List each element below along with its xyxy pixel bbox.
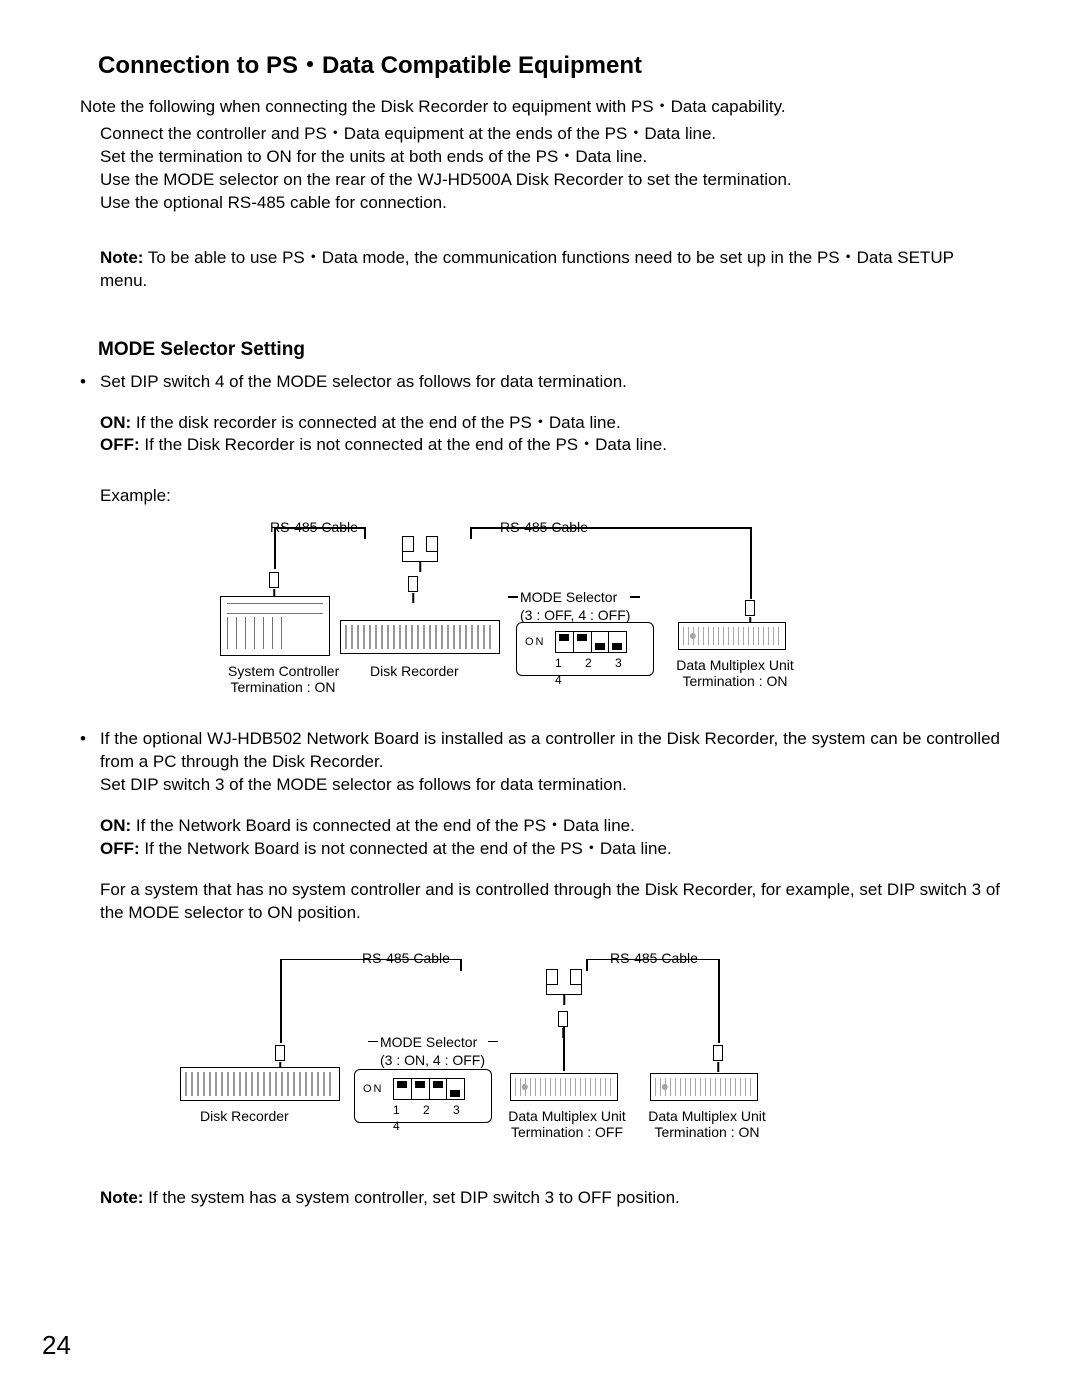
- d2-mode-selector: MODE Selector: [380, 1033, 477, 1052]
- d2-dip-on: ON: [363, 1082, 384, 1097]
- sec2-on-text: If the Network Board is connected at the…: [131, 816, 635, 835]
- sec1-off-text: If the Disk Recorder is not connected at…: [140, 435, 667, 454]
- bullet-icon: •: [80, 728, 100, 774]
- on-label: ON:: [100, 816, 131, 835]
- sec1-on: ON: If the disk recorder is connected at…: [100, 412, 1000, 435]
- plug-icon: [745, 600, 755, 616]
- system-controller-icon: [220, 596, 330, 656]
- note-2: Note: If the system has a system control…: [100, 1187, 1000, 1210]
- plug-icon: [408, 576, 418, 592]
- note-2-text: If the system has a system controller, s…: [143, 1188, 679, 1207]
- sec2-bullet: • If the optional WJ-HDB502 Network Boar…: [80, 728, 1000, 774]
- plug-icon: [558, 1011, 568, 1027]
- sec2-off: OFF: If the Network Board is not connect…: [100, 838, 1000, 861]
- d1-dip-on: ON: [525, 635, 546, 650]
- connector-icon: [542, 969, 586, 999]
- on-label: ON:: [100, 413, 131, 432]
- d1-mode-selector: MODE Selector: [520, 588, 617, 607]
- sec1-bullet-text: Set DIP switch 4 of the MODE selector as…: [100, 371, 1000, 394]
- sec1-on-text: If the disk recorder is connected at the…: [131, 413, 621, 432]
- d2-dmux1-term: Termination : OFF: [502, 1123, 632, 1142]
- intro-bullet-1: Connect the controller and PS・Data equip…: [100, 123, 1000, 146]
- intro-bullet-2: Set the termination to ON for the units …: [100, 146, 1000, 169]
- sec1-bullet: • Set DIP switch 4 of the MODE selector …: [80, 371, 1000, 394]
- d1-dip-nums: 1 2 3 4: [555, 655, 653, 687]
- data-multiplex-icon: [650, 1073, 758, 1101]
- page-number: 24: [42, 1328, 71, 1363]
- d2-dmux2-term: Termination : ON: [642, 1123, 772, 1142]
- plug-icon: [713, 1045, 723, 1061]
- sec2-bullet-text: If the optional WJ-HDB502 Network Board …: [100, 728, 1000, 774]
- note-1-text: To be able to use PS・Data mode, the comm…: [100, 248, 954, 290]
- sec2-line2: Set DIP switch 3 of the MODE selector as…: [100, 774, 1000, 797]
- diagram-2: RS-485 Cable RS-485 Cable MODE Selector …: [210, 949, 830, 1139]
- d2-recorder-label: Disk Recorder: [200, 1107, 289, 1126]
- dip-switch-icon: ON 1 2 3 4: [354, 1069, 492, 1123]
- sub-heading: MODE Selector Setting: [98, 337, 1000, 363]
- plug-icon: [269, 572, 279, 588]
- sec2-para: For a system that has no system controll…: [100, 879, 1000, 925]
- d1-dmux-term: Termination : ON: [670, 672, 800, 691]
- page-heading: Connection to PS・Data Compatible Equipme…: [98, 50, 1000, 82]
- note-label: Note:: [100, 1188, 143, 1207]
- sec2-off-text: If the Network Board is not connected at…: [140, 839, 672, 858]
- data-multiplex-icon: [510, 1073, 618, 1101]
- d2-dip-nums: 1 2 3 4: [393, 1102, 491, 1134]
- sec1-off: OFF: If the Disk Recorder is not connect…: [100, 434, 1000, 457]
- data-multiplex-icon: [678, 622, 786, 650]
- connector-icon: [398, 536, 442, 566]
- d1-controller-term: Termination : ON: [228, 678, 338, 697]
- disk-recorder-icon: [180, 1067, 340, 1101]
- off-label: OFF:: [100, 435, 140, 454]
- sec2-on: ON: If the Network Board is connected at…: [100, 815, 1000, 838]
- example-label: Example:: [100, 485, 1000, 508]
- d1-recorder-label: Disk Recorder: [370, 662, 459, 681]
- intro-bullet-3: Use the MODE selector on the rear of the…: [100, 169, 1000, 192]
- note-label: Note:: [100, 248, 143, 267]
- off-label: OFF:: [100, 839, 140, 858]
- diagram-1: RS-485 Cable RS-485 Cable MODE Selector …: [210, 518, 830, 698]
- note-1: Note: To be able to use PS・Data mode, th…: [100, 247, 1000, 293]
- dip-switch-icon: ON 1 2 3 4: [516, 622, 654, 676]
- plug-icon: [275, 1045, 285, 1061]
- bullet-icon: •: [80, 371, 100, 394]
- d2-mode-setting: (3 : ON, 4 : OFF): [380, 1051, 485, 1070]
- intro-bullet-4: Use the optional RS-485 cable for connec…: [100, 192, 1000, 215]
- disk-recorder-icon: [340, 620, 500, 654]
- intro-text: Note the following when connecting the D…: [80, 96, 1000, 119]
